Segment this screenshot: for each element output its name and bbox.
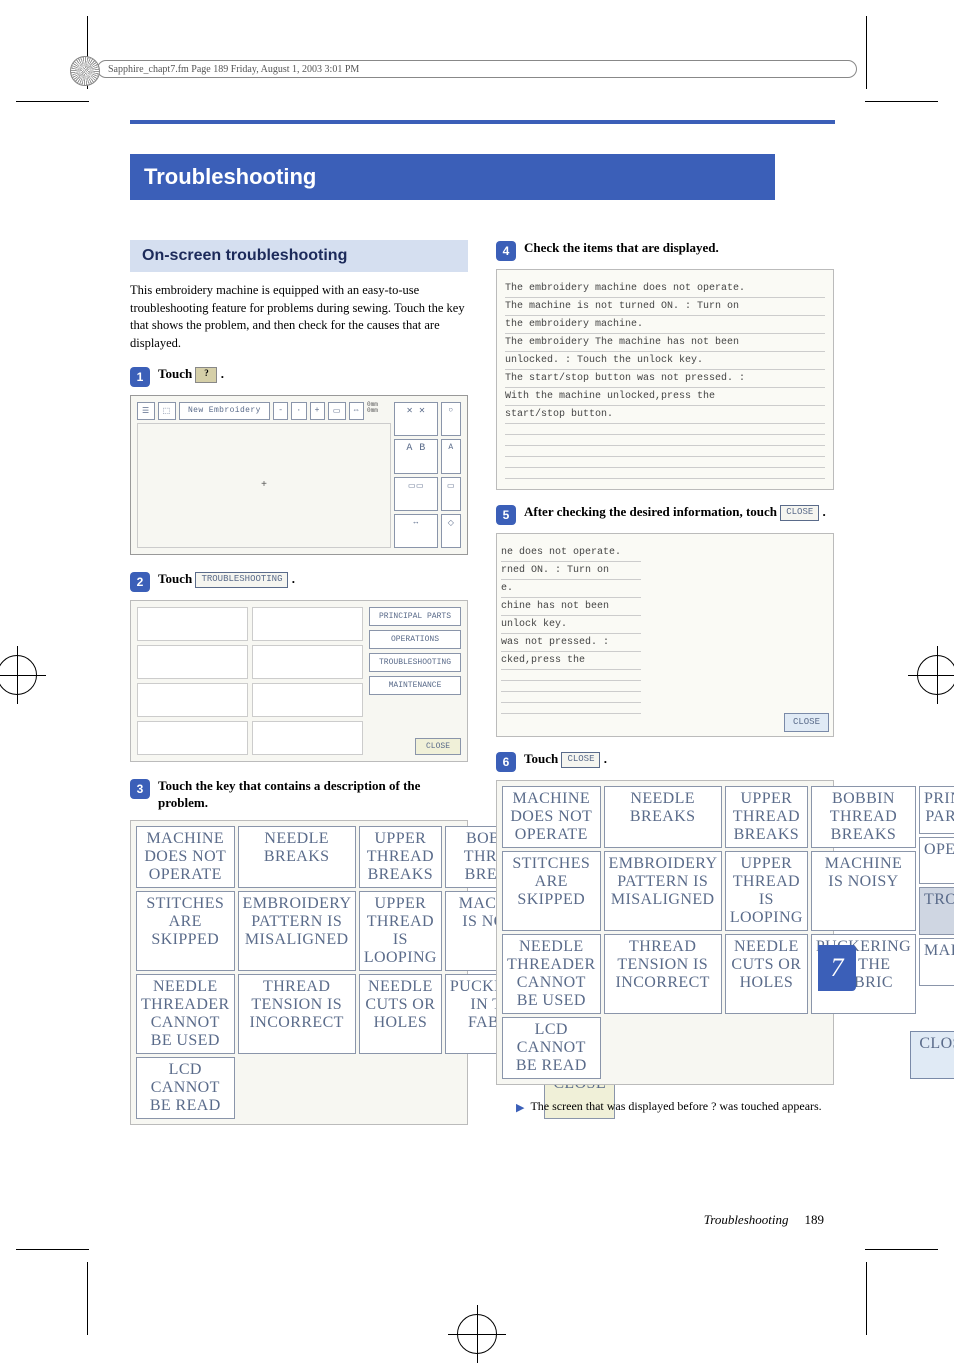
troubleshooting-button[interactable]: TROUBLESHOOTING bbox=[369, 653, 461, 672]
registration-mark bbox=[917, 655, 954, 695]
chapter-tab: 7 bbox=[818, 945, 856, 991]
principal-parts-button[interactable]: PRINCIPAL PARTS bbox=[369, 607, 461, 626]
help-icon: ? bbox=[711, 1099, 716, 1113]
problem-key[interactable]: STITCHES ARE SKIPPED bbox=[136, 891, 235, 971]
step-2-text: Touch TROUBLESHOOTING . bbox=[158, 571, 295, 588]
footer-page: 189 bbox=[805, 1212, 825, 1228]
section-title: Troubleshooting bbox=[130, 154, 775, 200]
pdf-header: Sapphire_chapt7.fm Page 189 Friday, Augu… bbox=[97, 60, 857, 78]
step-number-1: 1 bbox=[130, 367, 150, 387]
close-button[interactable]: CLOSE bbox=[784, 713, 829, 733]
problem-key[interactable]: BOBBIN THREAD BREAKS bbox=[811, 786, 916, 848]
step-number-6: 6 bbox=[496, 752, 516, 772]
problem-key[interactable]: EMBROIDERY PATTERN IS MISALIGNED bbox=[238, 891, 356, 971]
maintenance-button[interactable]: MAINTENANCE bbox=[919, 938, 954, 986]
problem-key[interactable]: UPPER THREAD BREAKS bbox=[725, 786, 808, 848]
sub-heading: On-screen troubleshooting bbox=[130, 240, 468, 272]
help-icon[interactable]: ? bbox=[195, 367, 217, 383]
problem-key[interactable]: NEEDLE CUTS OR HOLES bbox=[359, 974, 442, 1054]
problem-key[interactable]: NEEDLE BREAKS bbox=[604, 786, 722, 848]
problem-key[interactable]: UPPER THREAD IS LOOPING bbox=[725, 851, 808, 931]
troubleshooting-button[interactable]: TROUBLESHOOTING bbox=[195, 572, 288, 588]
message-box-full: The embroidery machine does not operate.… bbox=[496, 269, 834, 490]
problem-key[interactable]: STITCHES ARE SKIPPED bbox=[502, 851, 601, 931]
step-number-2: 2 bbox=[130, 572, 150, 592]
close-button[interactable]: CLOSE bbox=[415, 738, 461, 755]
problem-key[interactable]: THREAD TENSION IS INCORRECT bbox=[238, 974, 356, 1054]
close-button[interactable]: CLOSE bbox=[910, 1031, 954, 1079]
step-1-text: Touch ? . bbox=[158, 366, 224, 383]
problem-key[interactable]: EMBROIDERY PATTERN IS MISALIGNED bbox=[604, 851, 722, 931]
maintenance-button[interactable]: MAINTENANCE bbox=[369, 676, 461, 695]
problem-key[interactable]: NEEDLE THREADER CANNOT BE USED bbox=[136, 974, 235, 1054]
problem-key[interactable]: LCD CANNOT BE READ bbox=[502, 1017, 601, 1079]
screen-illustration-1: ☰ ⬚ New Embroidery - · + ▭ ⇔ 0mm0mm + bbox=[130, 395, 468, 555]
close-button[interactable]: CLOSE bbox=[780, 505, 819, 521]
registration-mark bbox=[0, 655, 37, 695]
divider bbox=[130, 120, 835, 124]
step-number-3: 3 bbox=[130, 779, 150, 799]
troubleshooting-button[interactable]: TROUBLESHOOTING bbox=[919, 887, 954, 935]
triangle-icon: ▶ bbox=[516, 1101, 524, 1114]
step-6-text: Touch CLOSE . bbox=[524, 751, 607, 768]
intro-text: This embroidery machine is equipped with… bbox=[130, 282, 468, 352]
problem-key[interactable]: NEEDLE BREAKS bbox=[238, 826, 356, 888]
problem-key[interactable]: NEEDLE THREADER CANNOT BE USED bbox=[502, 934, 601, 1014]
step-4-text: Check the items that are displayed. bbox=[524, 240, 719, 257]
step-3-text: Touch the key that contains a descriptio… bbox=[158, 778, 468, 812]
operations-button[interactable]: OPERATIONS bbox=[919, 837, 954, 885]
problem-key[interactable]: NEEDLE CUTS OR HOLES bbox=[725, 934, 808, 1014]
page-footer: Troubleshooting 189 bbox=[130, 1206, 824, 1228]
operations-button[interactable]: OPERATIONS bbox=[369, 630, 461, 649]
problem-key[interactable]: UPPER THREAD BREAKS bbox=[359, 826, 442, 888]
problem-key[interactable]: THREAD TENSION IS INCORRECT bbox=[604, 934, 722, 1014]
principal-parts-button[interactable]: PRINCIPAL PARTS bbox=[919, 786, 954, 834]
screen-illustration-3: MACHINE DOES NOT OPERATENEEDLE BREAKSUPP… bbox=[130, 820, 468, 1125]
problem-key[interactable]: MACHINE IS NOISY bbox=[811, 851, 916, 931]
step-number-4: 4 bbox=[496, 241, 516, 261]
footer-title: Troubleshooting bbox=[704, 1212, 789, 1228]
screen-illustration-2: PRINCIPAL PARTS OPERATIONS TROUBLESHOOTI… bbox=[130, 600, 468, 762]
problem-key[interactable]: MACHINE DOES NOT OPERATE bbox=[136, 826, 235, 888]
close-button[interactable]: CLOSE bbox=[561, 752, 600, 768]
step-number-5: 5 bbox=[496, 505, 516, 525]
result-note: ▶ The screen that was displayed before ?… bbox=[496, 1099, 834, 1114]
registration-mark bbox=[457, 1314, 497, 1354]
header-text: Sapphire_chapt7.fm Page 189 Friday, Augu… bbox=[108, 64, 359, 75]
step-5-text: After checking the desired information, … bbox=[524, 504, 826, 521]
problem-key[interactable]: LCD CANNOT BE READ bbox=[136, 1057, 235, 1119]
problem-key[interactable]: UPPER THREAD IS LOOPING bbox=[359, 891, 442, 971]
message-box-partial: ne does not operate.rned ON. : Turn one.… bbox=[496, 533, 834, 737]
problem-key[interactable]: MACHINE DOES NOT OPERATE bbox=[502, 786, 601, 848]
screen-illustration-6: MACHINE DOES NOT OPERATENEEDLE BREAKSUPP… bbox=[496, 780, 834, 1085]
